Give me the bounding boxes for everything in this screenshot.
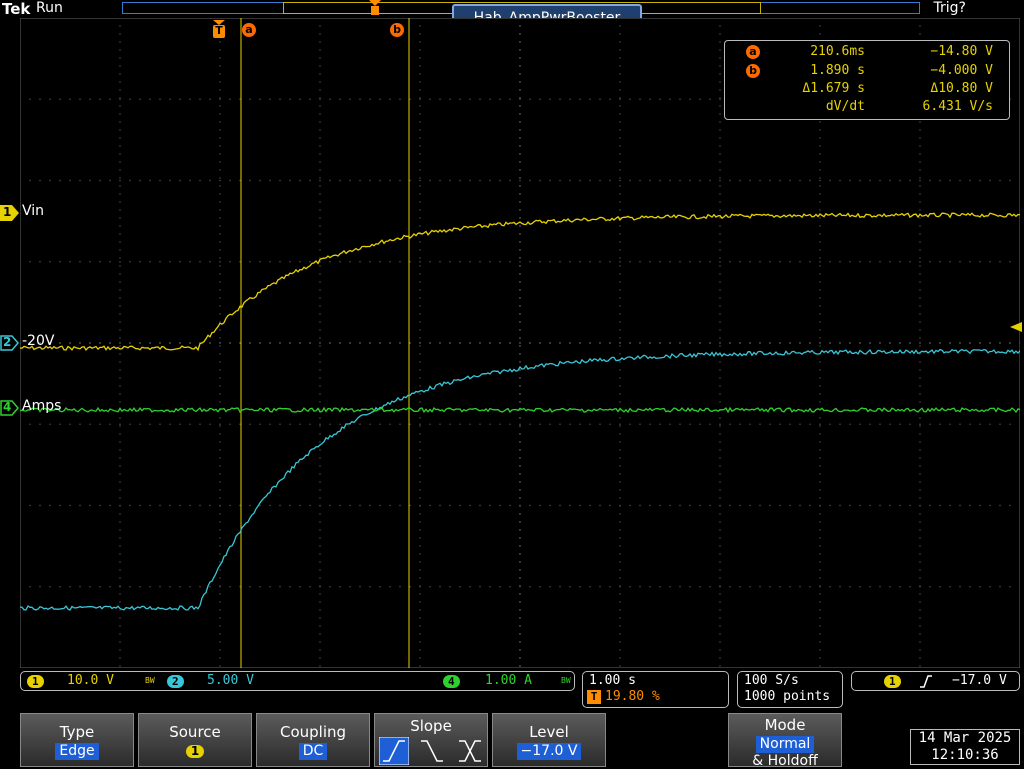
dvdt-value: 6.431 V/s <box>922 99 993 114</box>
trigger-level: −17.0 V <box>952 673 1007 688</box>
trigger-settings[interactable]: 1 −17.0 V <box>851 671 1020 691</box>
level-label: Level <box>529 723 569 741</box>
ch4-marker-num: 4 <box>3 400 12 414</box>
coupling-value: DC <box>298 743 328 760</box>
readout-row-b: b 1.890 s −4.000 V <box>725 63 1009 81</box>
cursor-a-badge: a <box>746 45 760 59</box>
cursor-b-badge: b <box>746 64 760 78</box>
ch2-label: -20V <box>22 333 55 349</box>
trigger-state: Trig? <box>933 0 966 16</box>
run-state: Run <box>36 0 63 16</box>
type-value: Edge <box>55 743 99 760</box>
level-value: −17.0 V <box>516 743 582 760</box>
ch4-label: Amps <box>22 398 62 414</box>
ch1-scale[interactable]: 10.0 V <box>67 673 114 688</box>
mode-button[interactable]: Mode Normal & Holdoff <box>728 713 842 769</box>
cursor-a-time: 210.6ms <box>810 44 865 59</box>
acquisition-settings[interactable]: 100 S/s 1000 points <box>737 671 843 708</box>
sample-rate: 100 S/s <box>744 673 799 688</box>
vertical-settings: 1 10.0 V BW 2 5.00 V 4 1.00 A BW <box>20 671 575 691</box>
ch1-bw-limit: BW <box>145 676 155 685</box>
source-label: Source <box>169 723 221 741</box>
ch4-scale-chip[interactable]: 4 <box>443 675 460 688</box>
mode-label: Mode <box>764 716 806 734</box>
trigger-source-chip: 1 <box>884 675 901 688</box>
ch2-marker-num: 2 <box>3 335 12 349</box>
brand-logo: Tek <box>2 0 31 18</box>
ch2-scale[interactable]: 5.00 V <box>207 673 254 688</box>
date-time: 14 Mar 2025 12:10:36 <box>910 729 1020 765</box>
delta-volt: Δ10.80 V <box>930 81 993 96</box>
rising-edge-icon <box>920 675 932 688</box>
slope-rising-icon[interactable] <box>379 737 409 765</box>
slope-falling-icon[interactable] <box>417 737 447 765</box>
coupling-button[interactable]: Coupling DC <box>256 713 370 767</box>
readout-row-a: a 210.6ms −14.80 V <box>725 44 1009 62</box>
slope-label: Slope <box>410 717 452 735</box>
trigger-position-marker[interactable]: T <box>211 20 227 38</box>
cursor-b-time: 1.890 s <box>810 63 865 78</box>
coupling-label: Coupling <box>279 723 347 741</box>
horizontal-settings[interactable]: 1.00 s T 19.80 % <box>582 671 729 708</box>
cursor-a-marker[interactable]: a <box>242 23 256 37</box>
date: 14 Mar 2025 <box>918 730 1012 746</box>
cursor-b-volt: −4.000 V <box>930 63 993 78</box>
slope-button[interactable]: Slope <box>374 713 488 767</box>
level-button[interactable]: Level −17.0 V <box>492 713 606 767</box>
timebase: 1.00 s <box>589 673 636 688</box>
ch1-marker-num: 1 <box>3 205 12 219</box>
slope-either-icon[interactable] <box>455 737 485 765</box>
ch1-scale-chip[interactable]: 1 <box>27 675 44 688</box>
dvdt-label: dV/dt <box>825 99 865 114</box>
ch4-bw-limit: BW <box>561 676 571 685</box>
trigger-marker-label: T <box>215 24 223 37</box>
readout-row-dvdt: dV/dt 6.431 V/s <box>725 99 1009 117</box>
slope-options[interactable] <box>375 735 487 765</box>
trigger-pos-icon: T <box>587 690 601 704</box>
cursor-readout: a 210.6ms −14.80 V b 1.890 s −4.000 V Δ1… <box>724 40 1010 120</box>
readout-row-delta: Δ1.679 s Δ10.80 V <box>725 81 1009 99</box>
ch1-label: Vin <box>22 203 45 219</box>
delta-time: Δ1.679 s <box>802 81 865 96</box>
mode-holdoff: & Holdoff <box>752 753 818 769</box>
type-label: Type <box>59 723 95 741</box>
source-button[interactable]: Source 1 <box>138 713 252 767</box>
cursor-a-volt: −14.80 V <box>930 44 993 59</box>
ch4-scale[interactable]: 1.00 A <box>485 673 532 688</box>
mode-value: Normal <box>755 736 815 753</box>
ch2-scale-chip[interactable]: 2 <box>167 675 184 688</box>
trigger-position: 19.80 % <box>605 689 660 704</box>
trigger-level-marker[interactable] <box>1010 317 1022 336</box>
expansion-point-icon <box>369 0 381 16</box>
record-length: 1000 points <box>744 689 831 704</box>
cursor-b-marker[interactable]: b <box>390 23 404 37</box>
source-value: 1 <box>185 745 205 758</box>
type-button[interactable]: Type Edge <box>20 713 134 767</box>
time: 12:10:36 <box>931 747 999 763</box>
